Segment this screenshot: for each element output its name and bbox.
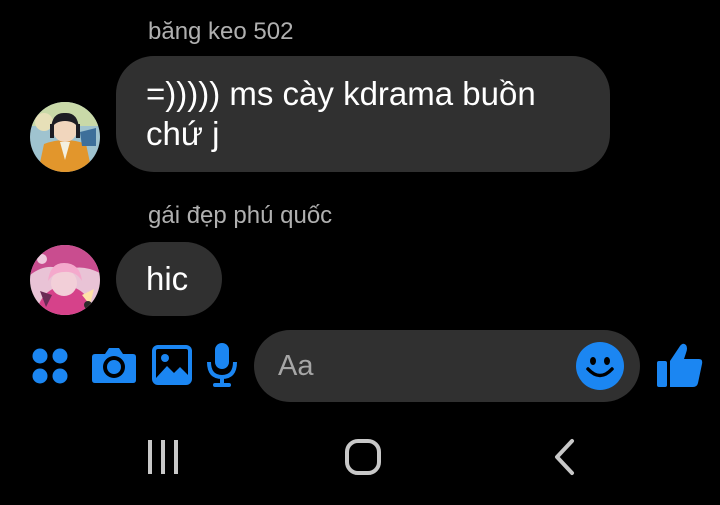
home-icon[interactable] <box>344 438 382 476</box>
image-icon[interactable] <box>151 344 193 386</box>
message-text-line: =))))) ms cày kdrama buồn <box>146 75 536 112</box>
sender-name: băng keo 502 <box>148 18 294 45</box>
message-bubble[interactable]: hic <box>116 242 222 316</box>
microphone-icon[interactable] <box>206 342 238 388</box>
thumbs-up-icon[interactable] <box>656 342 704 388</box>
avatar[interactable] <box>30 245 100 315</box>
message-bubble[interactable]: =))))) ms cày kdrama buồn chứ j <box>116 56 610 172</box>
message-input[interactable]: Aa <box>254 330 640 402</box>
message-text-line: hic <box>146 260 189 297</box>
recent-apps-icon[interactable] <box>143 438 183 476</box>
sender-name: gái đẹp phú quốc <box>148 202 333 229</box>
avatar[interactable] <box>30 102 100 172</box>
camera-icon[interactable] <box>91 345 137 385</box>
apps-grid-icon[interactable] <box>30 346 70 386</box>
emoji-icon[interactable] <box>576 342 624 390</box>
message-input-placeholder: Aa <box>278 350 314 382</box>
back-icon[interactable] <box>550 438 580 476</box>
message-text-line: chứ j <box>146 115 220 152</box>
